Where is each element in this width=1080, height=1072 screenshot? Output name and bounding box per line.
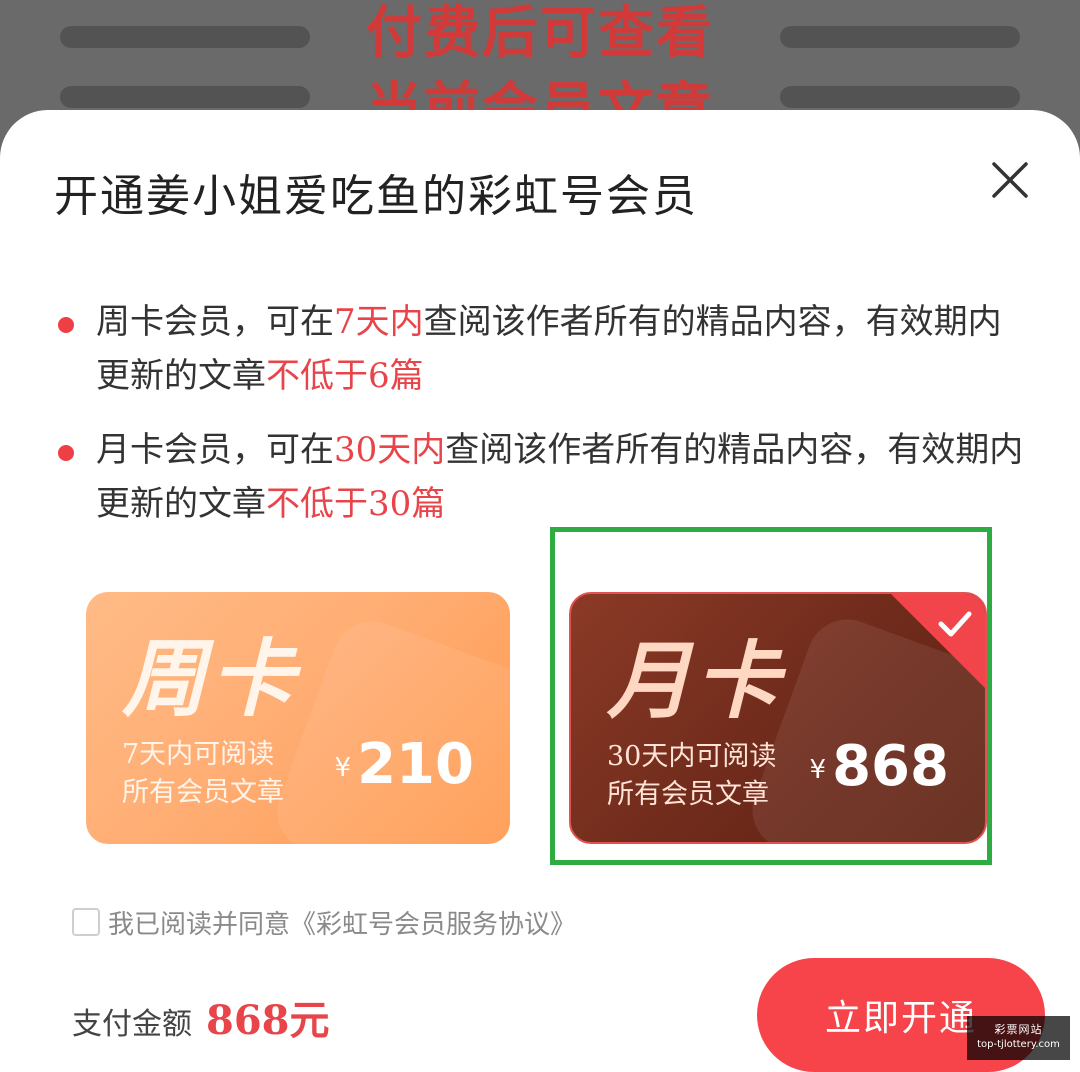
bullet-dot: [58, 317, 74, 333]
benefit-list: 周卡会员，可在7天内查阅该作者所有的精品内容，有效期内更新的文章不低于6篇 月卡…: [58, 295, 1028, 551]
card-decoration: [266, 610, 510, 844]
selected-check-icon: [891, 594, 985, 688]
sheet-title: 开通姜小姐爱吃鱼的彩虹号会员: [54, 171, 698, 222]
watermark: 彩票网站 top-tjlottery.com: [967, 1016, 1070, 1060]
payment-label: 支付金额: [72, 1007, 192, 1042]
plan-price: ¥210: [335, 732, 474, 797]
benefit-text: 月卡会员，可在: [96, 430, 334, 470]
benefit-highlight: 不低于6篇: [266, 356, 424, 396]
agreement-checkbox-row[interactable]: 我已阅读并同意《彩虹号会员服务协议》: [72, 902, 576, 942]
benefit-item-week: 周卡会员，可在7天内查阅该作者所有的精品内容，有效期内更新的文章不低于6篇: [58, 295, 1028, 403]
close-icon: [992, 162, 1028, 198]
payment-amount: 868元: [206, 997, 330, 1044]
plan-price: ¥868: [810, 734, 949, 799]
plan-description: 30天内可阅读 所有会员文章: [607, 738, 776, 814]
plan-name: 月卡: [607, 632, 784, 730]
agreement-text[interactable]: 我已阅读并同意《彩虹号会员服务协议》: [108, 904, 576, 941]
close-button[interactable]: [980, 150, 1040, 210]
benefit-text: 周卡会员，可在: [96, 302, 334, 342]
watermark-url: top-tjlottery.com: [977, 1039, 1060, 1050]
membership-sheet: 开通姜小姐爱吃鱼的彩虹号会员 周卡会员，可在7天内查阅该作者所有的精品内容，有效…: [0, 110, 1080, 1072]
plan-description: 7天内可阅读 所有会员文章: [122, 736, 284, 812]
benefit-highlight: 不低于30篇: [266, 484, 446, 524]
price-amount: 210: [357, 732, 474, 797]
plan-card-week[interactable]: 周卡 7天内可阅读 所有会员文章 ¥210: [86, 592, 510, 844]
paywall-heading-line1: 付费后可查看: [366, 0, 714, 66]
plan-desc-line2: 所有会员文章: [607, 779, 769, 810]
plan-desc-line1: 7天内可阅读: [122, 739, 275, 770]
watermark-title: 彩票网站: [994, 1023, 1043, 1036]
bullet-dot: [58, 445, 74, 461]
plan-desc-line1: 30天内可阅读: [607, 741, 777, 772]
payment-total: 支付金额 868元: [72, 988, 330, 1046]
benefit-highlight: 7天内: [334, 302, 424, 342]
price-amount: 868: [832, 734, 949, 799]
agreement-checkbox[interactable]: [72, 908, 100, 936]
benefit-highlight: 30天内: [334, 430, 446, 470]
currency-symbol: ¥: [334, 753, 352, 784]
plan-card-month[interactable]: 月卡 30天内可阅读 所有会员文章 ¥868: [569, 592, 987, 844]
benefit-item-month: 月卡会员，可在30天内查阅该作者所有的精品内容，有效期内更新的文章不低于30篇: [58, 423, 1028, 531]
plan-desc-line2: 所有会员文章: [122, 777, 284, 808]
currency-symbol: ¥: [809, 755, 827, 786]
plan-name: 周卡: [122, 630, 299, 728]
